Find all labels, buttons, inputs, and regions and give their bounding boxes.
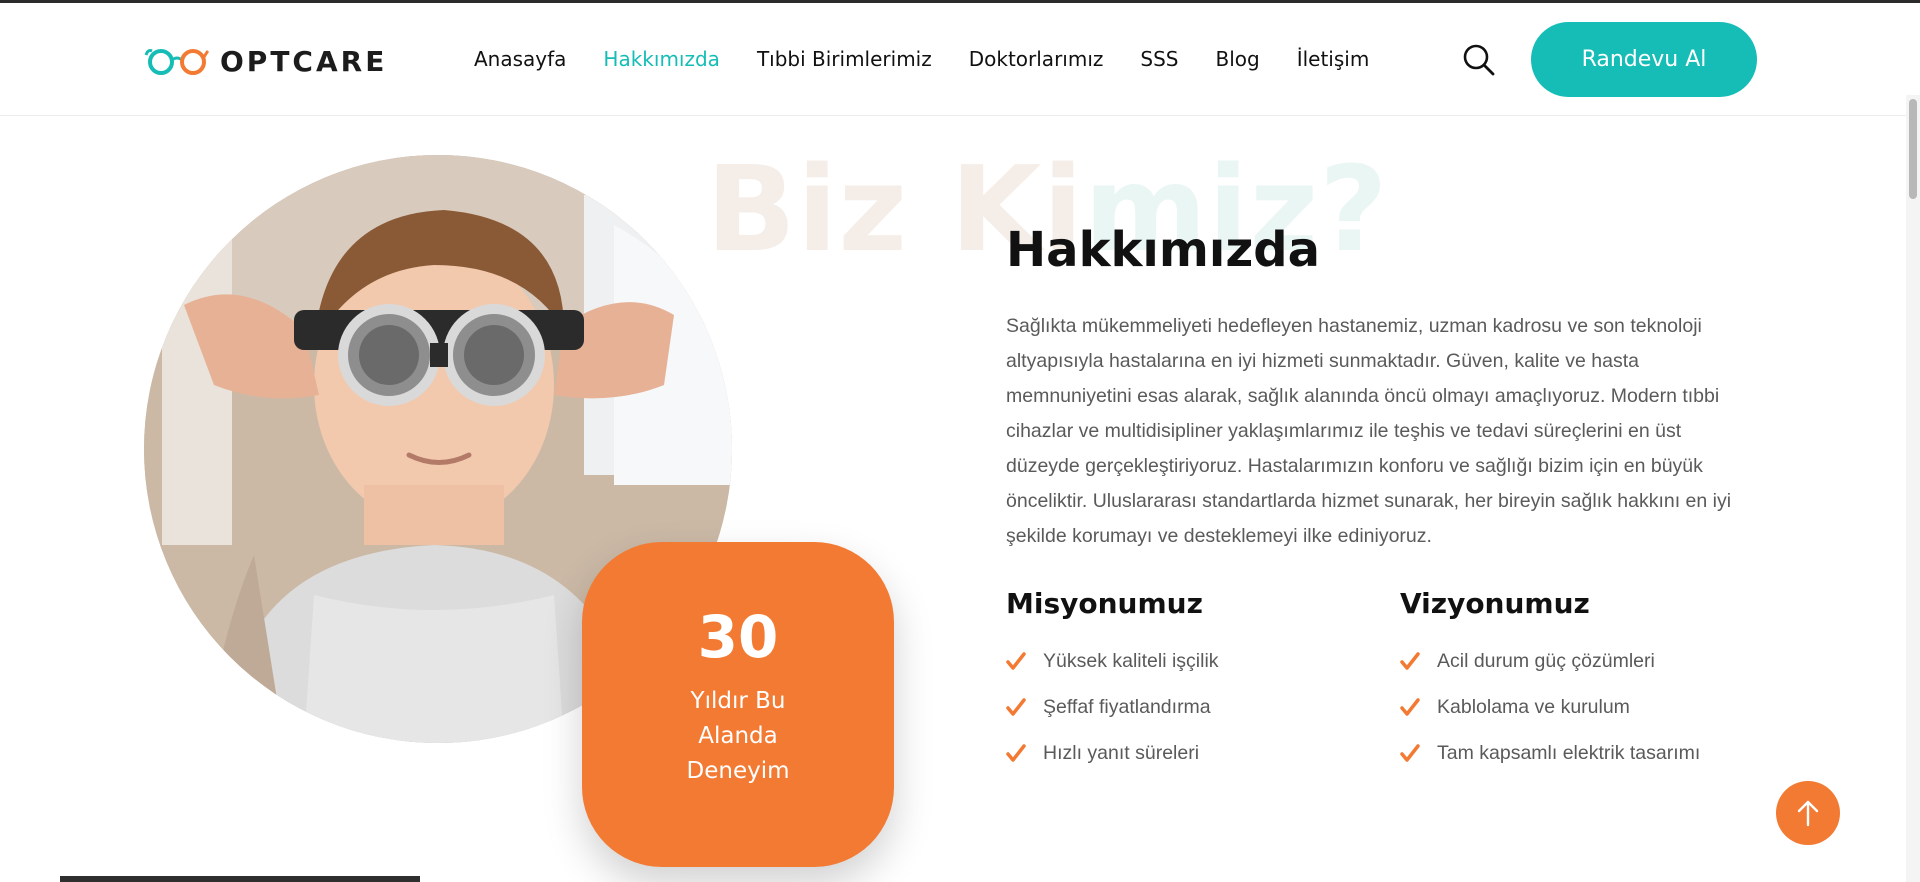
check-icon	[1006, 744, 1026, 762]
mission-title: Misyonumuz	[1006, 587, 1203, 620]
bottom-edge	[60, 876, 420, 882]
vision-column: Vizyonumuz Acil durum güç çözümleri Kabl…	[1400, 587, 1700, 776]
list-item-label: Şeffaf fiyatlandırma	[1043, 695, 1211, 718]
scroll-to-top-button[interactable]	[1776, 781, 1840, 845]
list-item: Acil durum güç çözümleri	[1400, 638, 1700, 684]
list-item-label: Tam kapsamlı elektrik tasarımı	[1437, 741, 1701, 764]
nav-item-iletisim[interactable]: İletişim	[1297, 47, 1370, 71]
arrow-up-icon	[1797, 800, 1819, 827]
nav-item-sss[interactable]: SSS	[1140, 47, 1178, 71]
check-icon	[1400, 652, 1420, 670]
search-icon	[1463, 44, 1495, 76]
list-item: Hızlı yanıt süreleri	[1006, 730, 1219, 776]
check-icon	[1006, 698, 1026, 716]
check-icon	[1006, 652, 1026, 670]
site-header: OPTCARE Anasayfa Hakkımızda Tıbbi Biriml…	[0, 3, 1920, 116]
vision-title: Vizyonumuz	[1400, 587, 1590, 620]
experience-years: 30	[697, 603, 779, 671]
nav-item-doktorlarimiz[interactable]: Doktorlarımız	[969, 47, 1104, 71]
list-item-label: Acil durum güç çözümleri	[1437, 649, 1655, 672]
experience-card: 30 Yıldır Bu Alanda Deneyim	[582, 542, 894, 867]
scrollbar-thumb[interactable]	[1909, 99, 1917, 199]
nav-item-anasayfa[interactable]: Anasayfa	[474, 47, 566, 71]
list-item: Tam kapsamlı elektrik tasarımı	[1400, 730, 1700, 776]
list-item-label: Kablolama ve kurulum	[1437, 695, 1630, 718]
list-item: Yüksek kaliteli işçilik	[1006, 638, 1219, 684]
list-item: Kablolama ve kurulum	[1400, 684, 1700, 730]
appointment-button[interactable]: Randevu Al	[1531, 22, 1757, 97]
main-nav: Anasayfa Hakkımızda Tıbbi Birimlerimiz D…	[474, 47, 1406, 71]
glasses-logo-icon	[144, 49, 210, 75]
list-item-label: Yüksek kaliteli işçilik	[1043, 649, 1219, 672]
experience-label: Yıldır Bu Alanda Deneyim	[686, 688, 790, 784]
list-item: Şeffaf fiyatlandırma	[1006, 684, 1219, 730]
vision-list: Acil durum güç çözümleri Kablolama ve ku…	[1400, 638, 1700, 776]
logo[interactable]: OPTCARE	[144, 43, 387, 79]
mission-list: Yüksek kaliteli işçilik Şeffaf fiyatland…	[1006, 638, 1219, 776]
nav-item-tibbi-birimlerimiz[interactable]: Tıbbi Birimlerimiz	[757, 47, 932, 71]
page-scrollbar[interactable]	[1906, 95, 1920, 882]
nav-item-blog[interactable]: Blog	[1215, 47, 1259, 71]
mission-column: Misyonumuz Yüksek kaliteli işçilik Şeffa…	[1006, 587, 1219, 776]
check-icon	[1400, 744, 1420, 762]
search-button[interactable]	[1462, 43, 1496, 77]
about-title: Hakkımızda	[1006, 222, 1321, 278]
logo-text: OPTCARE	[220, 44, 388, 78]
nav-item-hakkimizda[interactable]: Hakkımızda	[603, 47, 720, 71]
check-icon	[1400, 698, 1420, 716]
about-description: Sağlıkta mükemmeliyeti hedefleyen hastan…	[1006, 315, 1732, 547]
list-item-label: Hızlı yanıt süreleri	[1043, 741, 1200, 764]
